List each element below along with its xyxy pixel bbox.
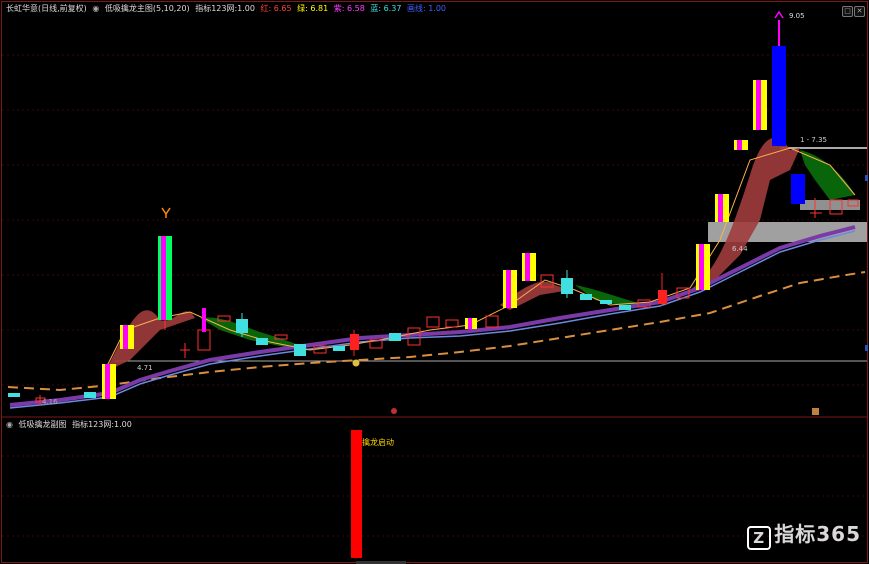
- signal-bar: [351, 430, 362, 558]
- support-low-label: 4.71: [137, 364, 153, 372]
- coin-icon: [352, 359, 360, 367]
- main-indicator-name[interactable]: 低吸擒龙主图(5,10,20): [105, 4, 190, 13]
- zoom-icon[interactable]: [812, 408, 819, 415]
- restore-button[interactable]: □: [842, 6, 853, 17]
- watermark-text: 指标365: [774, 522, 861, 546]
- chart-canvas[interactable]: [0, 0, 869, 564]
- stock-title[interactable]: 长虹华意(日线,前复权): [6, 4, 87, 13]
- main-caption-value: 1.00: [237, 4, 255, 13]
- support-mid-label: 6.44: [732, 245, 748, 253]
- resistance-label: 1 - 7.35: [800, 136, 828, 144]
- close-button[interactable]: ✕: [854, 6, 865, 17]
- watermark: Z 指标365: [747, 518, 861, 550]
- marker-dot: [391, 408, 397, 414]
- high-price-label: 9.05: [789, 12, 805, 20]
- collapse-icon[interactable]: ◉: [6, 420, 13, 429]
- red-value: 红: 6.65: [260, 4, 292, 13]
- blue-value: 蓝: 6.37: [370, 4, 402, 13]
- signal-text: 擒龙启动: [362, 438, 394, 447]
- green-value: 绿: 6.81: [297, 4, 329, 13]
- purple-value: 紫: 6.58: [333, 4, 365, 13]
- main-caption: 指标123网:: [195, 4, 238, 13]
- line-value: 画线: 1.00: [406, 4, 447, 13]
- sub-caption-value: 1.00: [114, 420, 132, 429]
- sub-caption: 指标123网:: [72, 420, 115, 429]
- sub-header: ◉ 低吸擒龙副图 指标123网:1.00: [6, 419, 135, 430]
- sub-indicator-name[interactable]: 低吸擒龙副图: [19, 420, 67, 429]
- settings-icon[interactable]: ◉: [92, 4, 99, 13]
- watermark-logo-icon: Z: [747, 526, 772, 550]
- low-price-label: 4.16: [42, 398, 58, 406]
- main-header: 长虹华意(日线,前复权) ◉ 低吸擒龙主图(5,10,20) 指标123网:1.…: [6, 3, 449, 14]
